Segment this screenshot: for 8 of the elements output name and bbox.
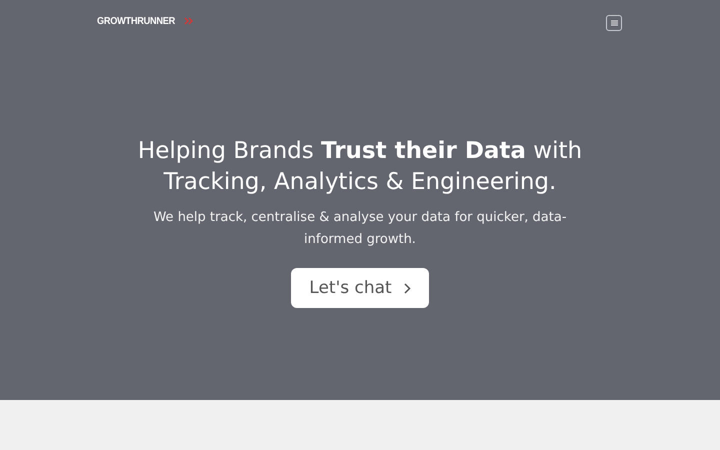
subtitle: We help track, centralise & analyse your data for quicker, data-informed growth. (152, 209, 568, 249)
lets-chat-button[interactable]: Let's chat (291, 268, 429, 308)
menu-icon (610, 20, 618, 26)
logo[interactable]: GROWTHRUNNER (97, 16, 175, 26)
menu-button[interactable] (606, 15, 622, 31)
caret-icon (404, 282, 411, 294)
headline: Helping Brands Trust their Data with Tracking, Analytics & Engineering. (136, 137, 584, 197)
chevron-icon (184, 17, 193, 25)
